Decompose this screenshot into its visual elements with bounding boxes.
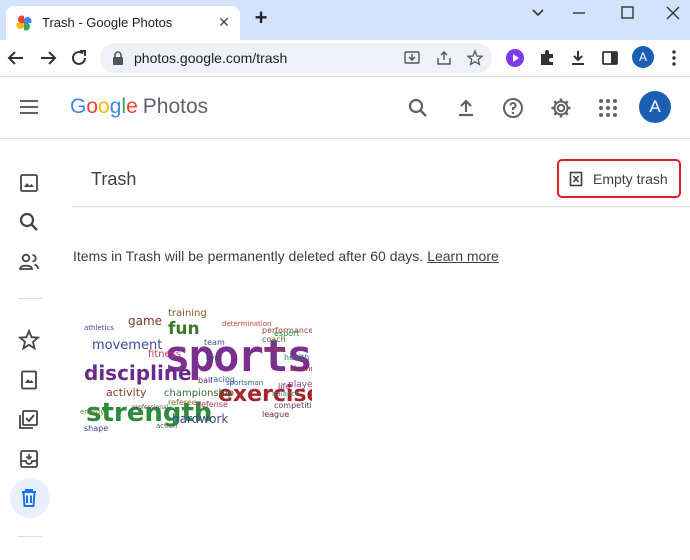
word-cloud-word: league <box>262 410 290 419</box>
extension-play-icon[interactable] <box>505 48 525 68</box>
maximize-icon[interactable] <box>614 4 640 22</box>
address-bar[interactable]: photos.google.com/trash <box>100 43 492 73</box>
logo-letter: e <box>126 95 138 118</box>
trash-icon[interactable] <box>17 486 41 510</box>
downloads-icon[interactable] <box>568 48 588 68</box>
word-cloud-word: referee <box>168 398 197 407</box>
search-icon[interactable] <box>406 96 430 120</box>
learn-more-link[interactable]: Learn more <box>427 248 499 264</box>
word-cloud-word: gym <box>206 354 222 362</box>
word-cloud-word: team <box>204 338 225 347</box>
settings-icon[interactable] <box>549 96 573 120</box>
word-cloud-word: strong <box>290 364 312 373</box>
main-menu-icon[interactable] <box>18 97 40 117</box>
sharing-people-icon[interactable] <box>17 250 41 274</box>
page-title: Trash <box>91 169 137 189</box>
app-header: Google Photos A <box>0 77 690 139</box>
minimize-icon[interactable] <box>566 4 592 22</box>
install-app-icon[interactable] <box>403 49 421 67</box>
word-cloud-word: game <box>128 314 163 328</box>
logo-letter: G <box>70 95 87 118</box>
word-cloud-word: hardwork <box>172 412 229 426</box>
content-divider <box>72 206 690 207</box>
word-cloud-word: competition <box>274 401 312 410</box>
word-cloud-word: player <box>288 380 312 390</box>
word-cloud-word: activity <box>106 386 147 399</box>
trash-retention-notice: Items in Trash will be permanently delet… <box>73 248 424 264</box>
reload-icon[interactable] <box>68 47 90 69</box>
forward-arrow-icon[interactable] <box>37 47 59 69</box>
favorites-star-icon[interactable] <box>17 328 41 352</box>
account-avatar[interactable]: A <box>639 91 671 123</box>
new-tab-button[interactable]: + <box>250 7 272 30</box>
word-cloud-word: athletics <box>84 324 114 332</box>
word-cloud-word: energy <box>80 408 105 416</box>
browser-tab[interactable]: Trash - Google Photos ✕ <box>6 6 240 40</box>
tab-search-chevron-icon[interactable] <box>525 4 551 22</box>
bookmark-star-icon[interactable] <box>466 49 484 67</box>
apps-icon[interactable] <box>596 96 620 120</box>
word-cloud-word: fun <box>168 319 200 339</box>
url-text[interactable]: photos.google.com/trash <box>134 50 287 66</box>
word-cloud-word: esport <box>274 329 300 338</box>
photos-icon[interactable] <box>17 171 41 195</box>
explore-search-icon[interactable] <box>17 210 41 234</box>
side-panel-icon[interactable] <box>600 48 620 68</box>
word-cloud-word: fitness <box>148 349 182 360</box>
extensions-puzzle-icon[interactable] <box>537 48 557 68</box>
google-photos-favicon <box>16 15 32 31</box>
browser-tab-bar: Trash - Google Photos ✕ + <box>0 0 690 40</box>
trashed-photo-thumbnail[interactable]: sports strength exercise discipline movement… <box>76 305 312 438</box>
word-cloud-word: racing <box>210 375 235 384</box>
browser-profile-avatar[interactable]: A <box>632 46 654 68</box>
upload-icon[interactable] <box>454 96 478 120</box>
tab-title: Trash - Google Photos <box>42 15 173 30</box>
empty-trash-label: Empty trash <box>593 171 668 187</box>
word-cloud-word: action <box>156 422 178 430</box>
word-cloud-word: teams <box>264 346 286 354</box>
side-nav-divider <box>18 536 42 537</box>
browser-toolbar: photos.google.com/trash A <box>0 40 690 76</box>
logo-letter: o <box>86 95 99 118</box>
back-arrow-icon[interactable] <box>5 47 27 69</box>
close-window-icon[interactable] <box>660 4 686 22</box>
share-icon[interactable] <box>435 49 453 67</box>
archive-icon[interactable] <box>17 447 41 471</box>
lock-icon[interactable] <box>112 51 124 65</box>
logo-letter: o <box>98 95 110 118</box>
empty-trash-icon <box>569 171 583 187</box>
word-cloud-word: health <box>284 353 310 362</box>
google-photos-logo[interactable]: Google Photos <box>70 95 208 119</box>
word-cloud-word: professional <box>132 404 169 411</box>
trash-info-text: Items in Trash will be permanently delet… <box>73 248 499 264</box>
logo-letter: g <box>109 95 122 118</box>
side-nav-divider <box>18 298 42 299</box>
empty-trash-button[interactable]: Empty trash <box>557 159 681 198</box>
word-cloud-word: ball <box>198 376 213 385</box>
utilities-icon[interactable] <box>17 407 41 431</box>
browser-menu-icon[interactable] <box>664 48 684 68</box>
word-cloud-word: defense <box>196 400 228 409</box>
word-cloud-word: training <box>168 308 207 319</box>
albums-icon[interactable] <box>17 368 41 392</box>
word-cloud-word: shape <box>84 424 109 433</box>
word-cloud-word: discipline <box>84 361 192 385</box>
help-icon[interactable] <box>501 96 525 120</box>
tab-close-icon[interactable]: ✕ <box>216 14 232 30</box>
word-cloud-word: balance <box>272 390 300 398</box>
logo-product-name: Photos <box>142 95 209 118</box>
